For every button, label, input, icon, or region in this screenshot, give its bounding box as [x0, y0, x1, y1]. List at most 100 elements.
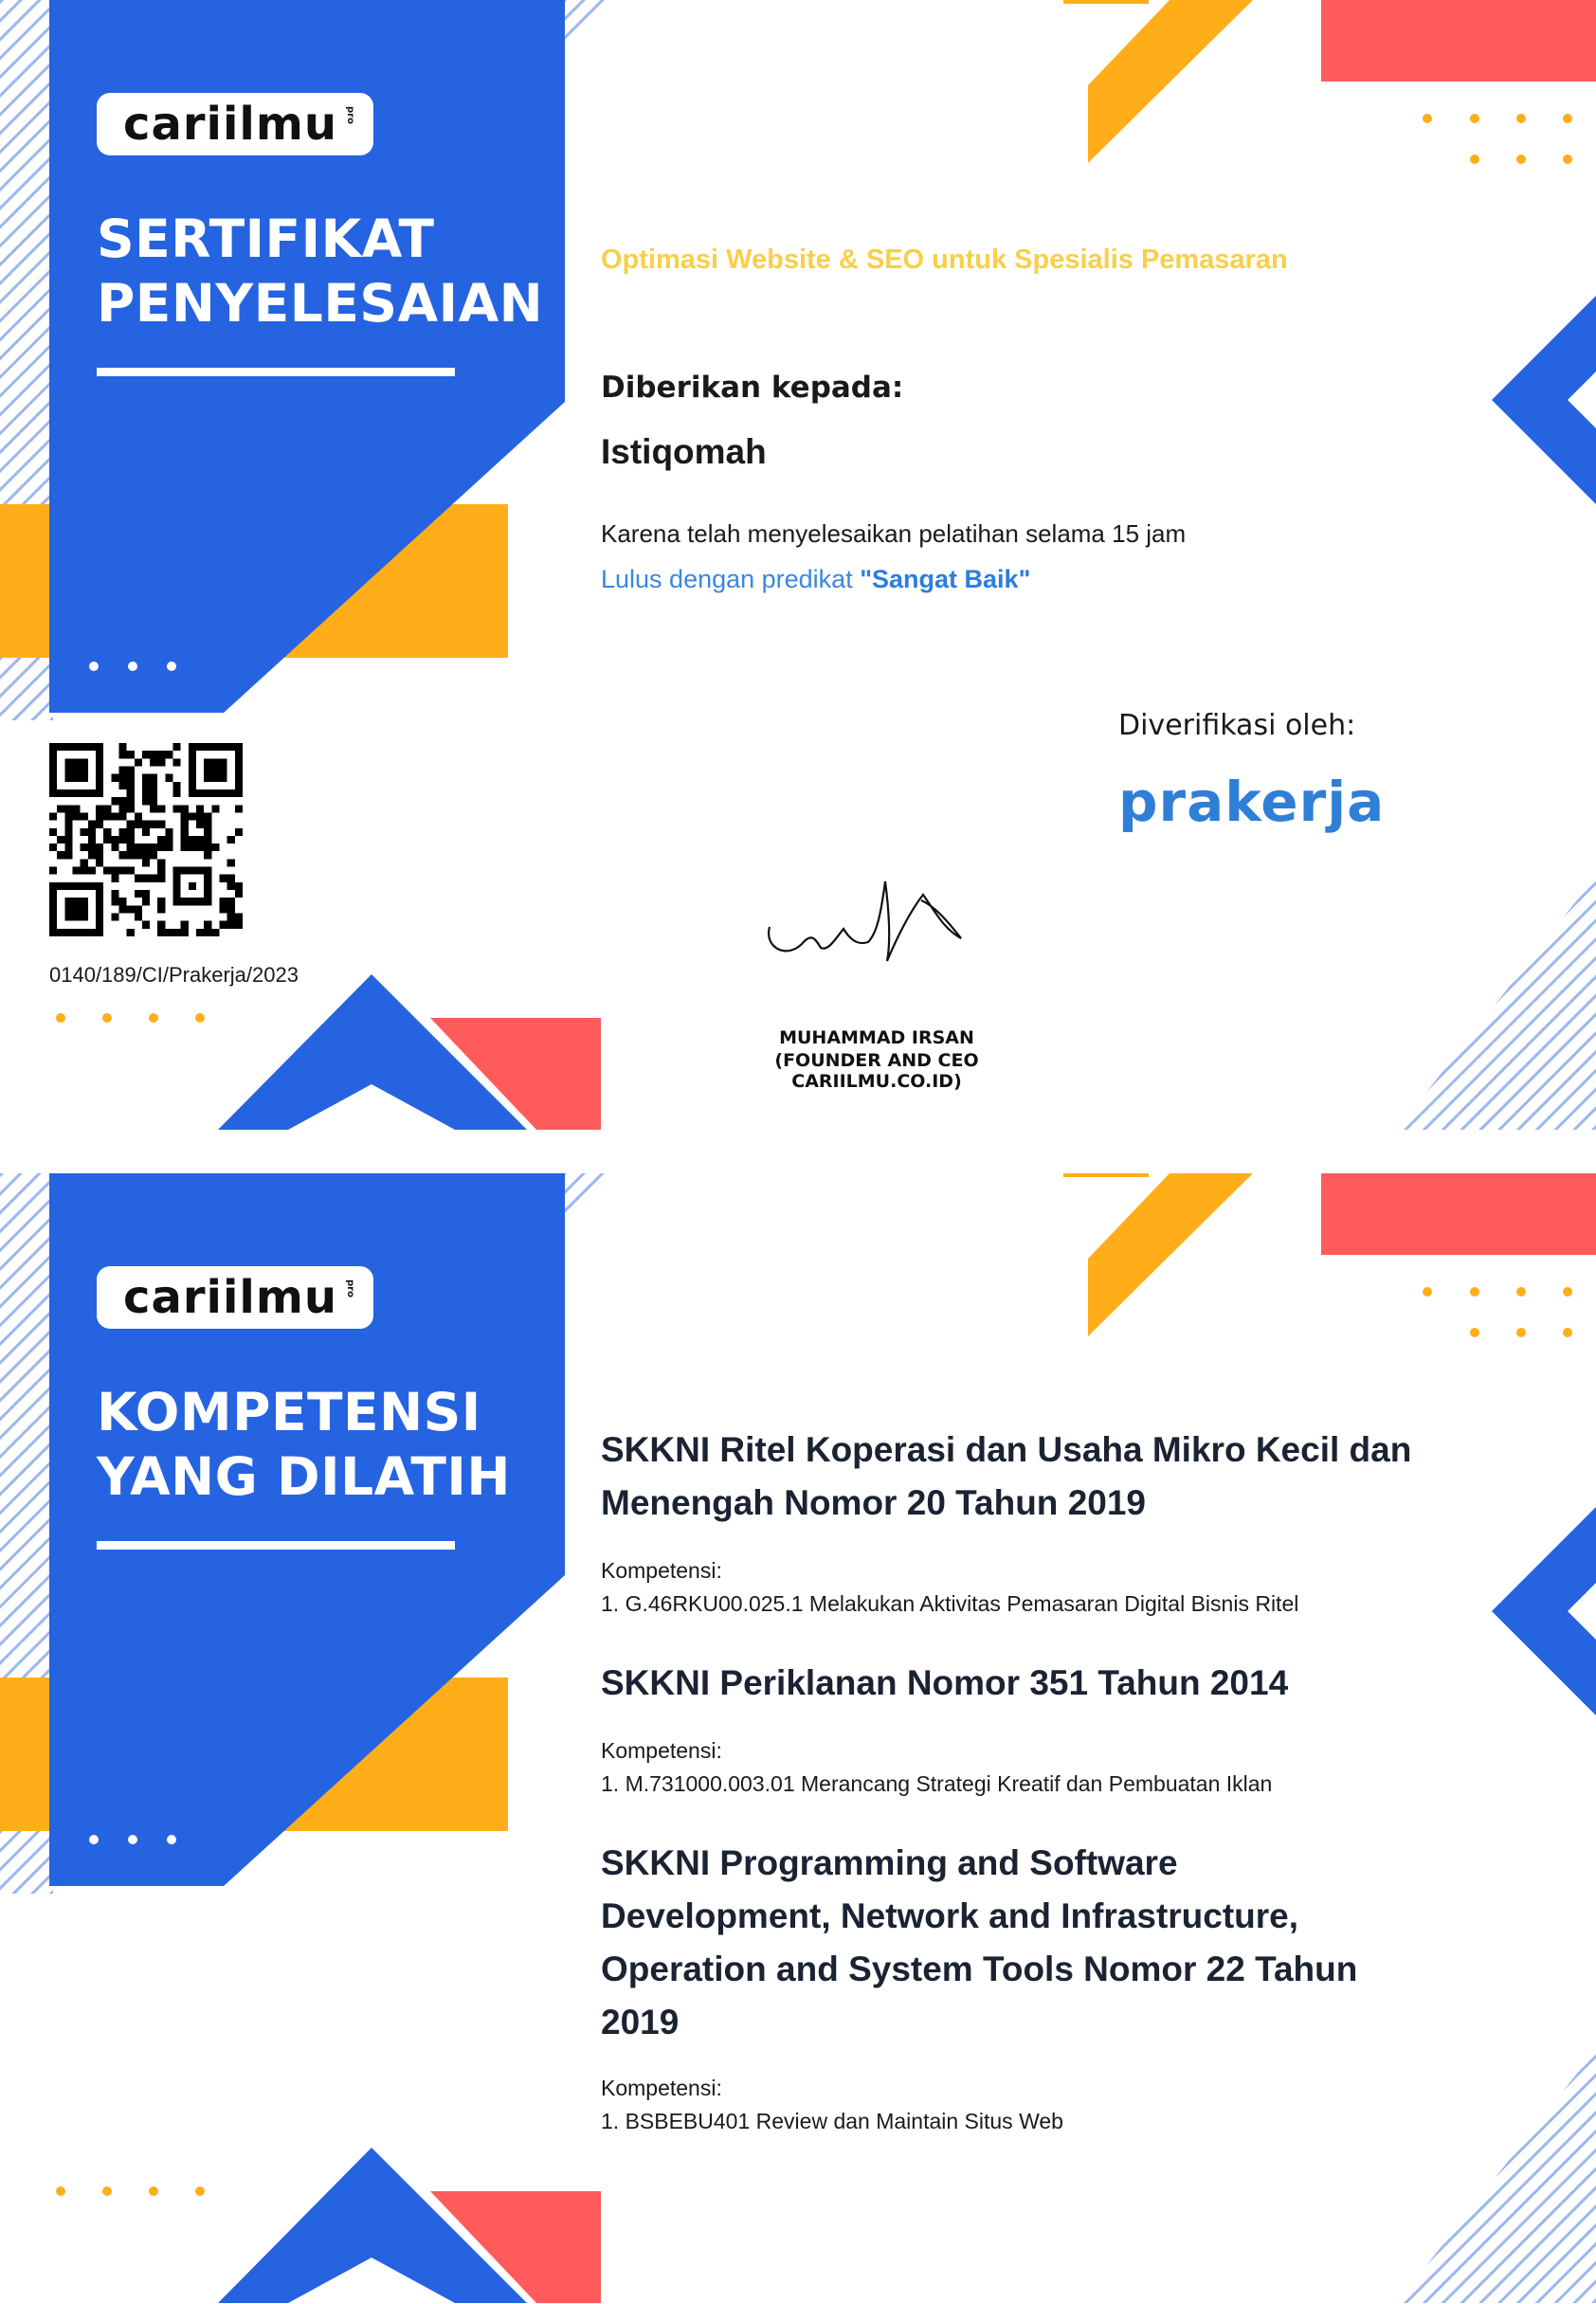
- dot: [128, 1835, 137, 1844]
- qr-module: [111, 898, 119, 906]
- qr-module: [118, 898, 127, 906]
- qr-module: [57, 835, 65, 844]
- qr-module: [80, 859, 88, 867]
- qr-module: [126, 773, 135, 782]
- qr-module: [95, 851, 104, 860]
- dot: [195, 2186, 205, 2196]
- dot: [1470, 1287, 1479, 1297]
- qr-module: [227, 859, 235, 867]
- qr-module: [172, 928, 181, 936]
- qr-module: [87, 827, 96, 836]
- completion-reason: Karena telah menyelesaikan pelatihan sel…: [601, 519, 1187, 548]
- qr-module: [49, 844, 58, 852]
- logo-text: cariilmu: [123, 98, 338, 151]
- stripe-pattern-right: [1397, 876, 1596, 1130]
- qr-module: [134, 820, 142, 828]
- qr-module: [126, 905, 135, 914]
- qr-module: [57, 851, 65, 860]
- qr-module: [95, 844, 104, 852]
- qr-module: [126, 751, 135, 759]
- qr-module: [95, 820, 104, 828]
- qr-module: [141, 773, 151, 782]
- qr-module: [87, 866, 96, 875]
- qr-module: [150, 789, 158, 798]
- qr-module: [118, 773, 127, 782]
- qr-module: [188, 835, 197, 844]
- qr-module: [219, 905, 227, 914]
- brand-logo: cariilmu pro: [97, 93, 373, 155]
- dot: [1563, 114, 1572, 123]
- qr-module: [204, 851, 212, 860]
- dot: [1516, 114, 1526, 123]
- grade-prefix: Lulus dengan predikat: [601, 565, 861, 593]
- qr-module: [165, 827, 173, 836]
- qr-module: [204, 827, 212, 836]
- logo-suffix: pro: [345, 1279, 355, 1297]
- qr-module: [87, 820, 96, 828]
- qr-module: [111, 773, 119, 782]
- qr-module: [118, 812, 127, 821]
- qr-module: [64, 812, 73, 821]
- qr-module: [150, 844, 158, 852]
- qr-module: [180, 805, 189, 813]
- qr-module: [180, 835, 189, 844]
- qr-module: [234, 881, 243, 891]
- signer-title: (FOUNDER AND CEO CARIILMU.CO.ID): [774, 1050, 979, 1092]
- qr-module: [126, 844, 135, 852]
- qr-module: [118, 797, 127, 806]
- dot: [167, 662, 176, 671]
- qr-module: [180, 920, 189, 929]
- logo-text: cariilmu: [123, 1271, 338, 1324]
- qr-module: [111, 797, 119, 806]
- qr-module: [72, 812, 81, 821]
- qr-module: [80, 866, 88, 875]
- qr-module: [172, 805, 181, 813]
- qr-module: [211, 844, 220, 852]
- qr-module: [141, 789, 151, 798]
- qr-module: [165, 844, 173, 852]
- qr-module: [172, 781, 181, 789]
- qr-module: [227, 913, 235, 921]
- qr-module: [157, 835, 166, 844]
- qr-module: [141, 920, 151, 929]
- qr-module: [57, 805, 65, 813]
- qr-module: [80, 827, 88, 836]
- signer-name: MUHAMMAD IRSAN: [779, 1027, 974, 1048]
- grade-text: Lulus dengan predikat "Sangat Baik": [601, 565, 1030, 594]
- qr-module: [227, 874, 235, 882]
- qr-module: [196, 844, 205, 852]
- qr-module: [111, 835, 119, 844]
- dot: [149, 1013, 158, 1023]
- qr-module: [64, 827, 73, 836]
- qr-module: [134, 890, 142, 898]
- qr-module: [157, 805, 166, 813]
- qr-module: [103, 805, 112, 813]
- qr-module: [141, 874, 151, 882]
- dot: [1470, 114, 1479, 123]
- title-underline: [97, 1541, 455, 1550]
- qr-module: [150, 758, 158, 767]
- standard-title: SKKNI Programming and Software Developme…: [601, 1843, 1358, 2041]
- qr-module: [72, 805, 81, 813]
- qr-module: [165, 751, 173, 759]
- qr-module: [49, 866, 58, 875]
- dot: [89, 1835, 99, 1844]
- qr-module: [227, 881, 235, 891]
- qr-module: [118, 781, 127, 789]
- qr-module: [111, 890, 119, 898]
- qr-module: [95, 805, 104, 813]
- dot: [1516, 1328, 1526, 1337]
- qr-module: [141, 859, 151, 867]
- qr-module: [111, 874, 119, 882]
- competency-title-line2: YANG DILATIH: [97, 1446, 511, 1507]
- qr-module: [134, 812, 142, 821]
- qr-module: [87, 844, 96, 852]
- dot: [89, 662, 99, 671]
- prakerja-logo: prakerja: [1118, 770, 1386, 834]
- qr-module: [157, 874, 166, 882]
- qr-module: [118, 835, 127, 844]
- qr-module: [118, 827, 127, 836]
- qr-module: [126, 866, 135, 875]
- qr-module: [118, 766, 127, 774]
- qr-module: [180, 928, 189, 936]
